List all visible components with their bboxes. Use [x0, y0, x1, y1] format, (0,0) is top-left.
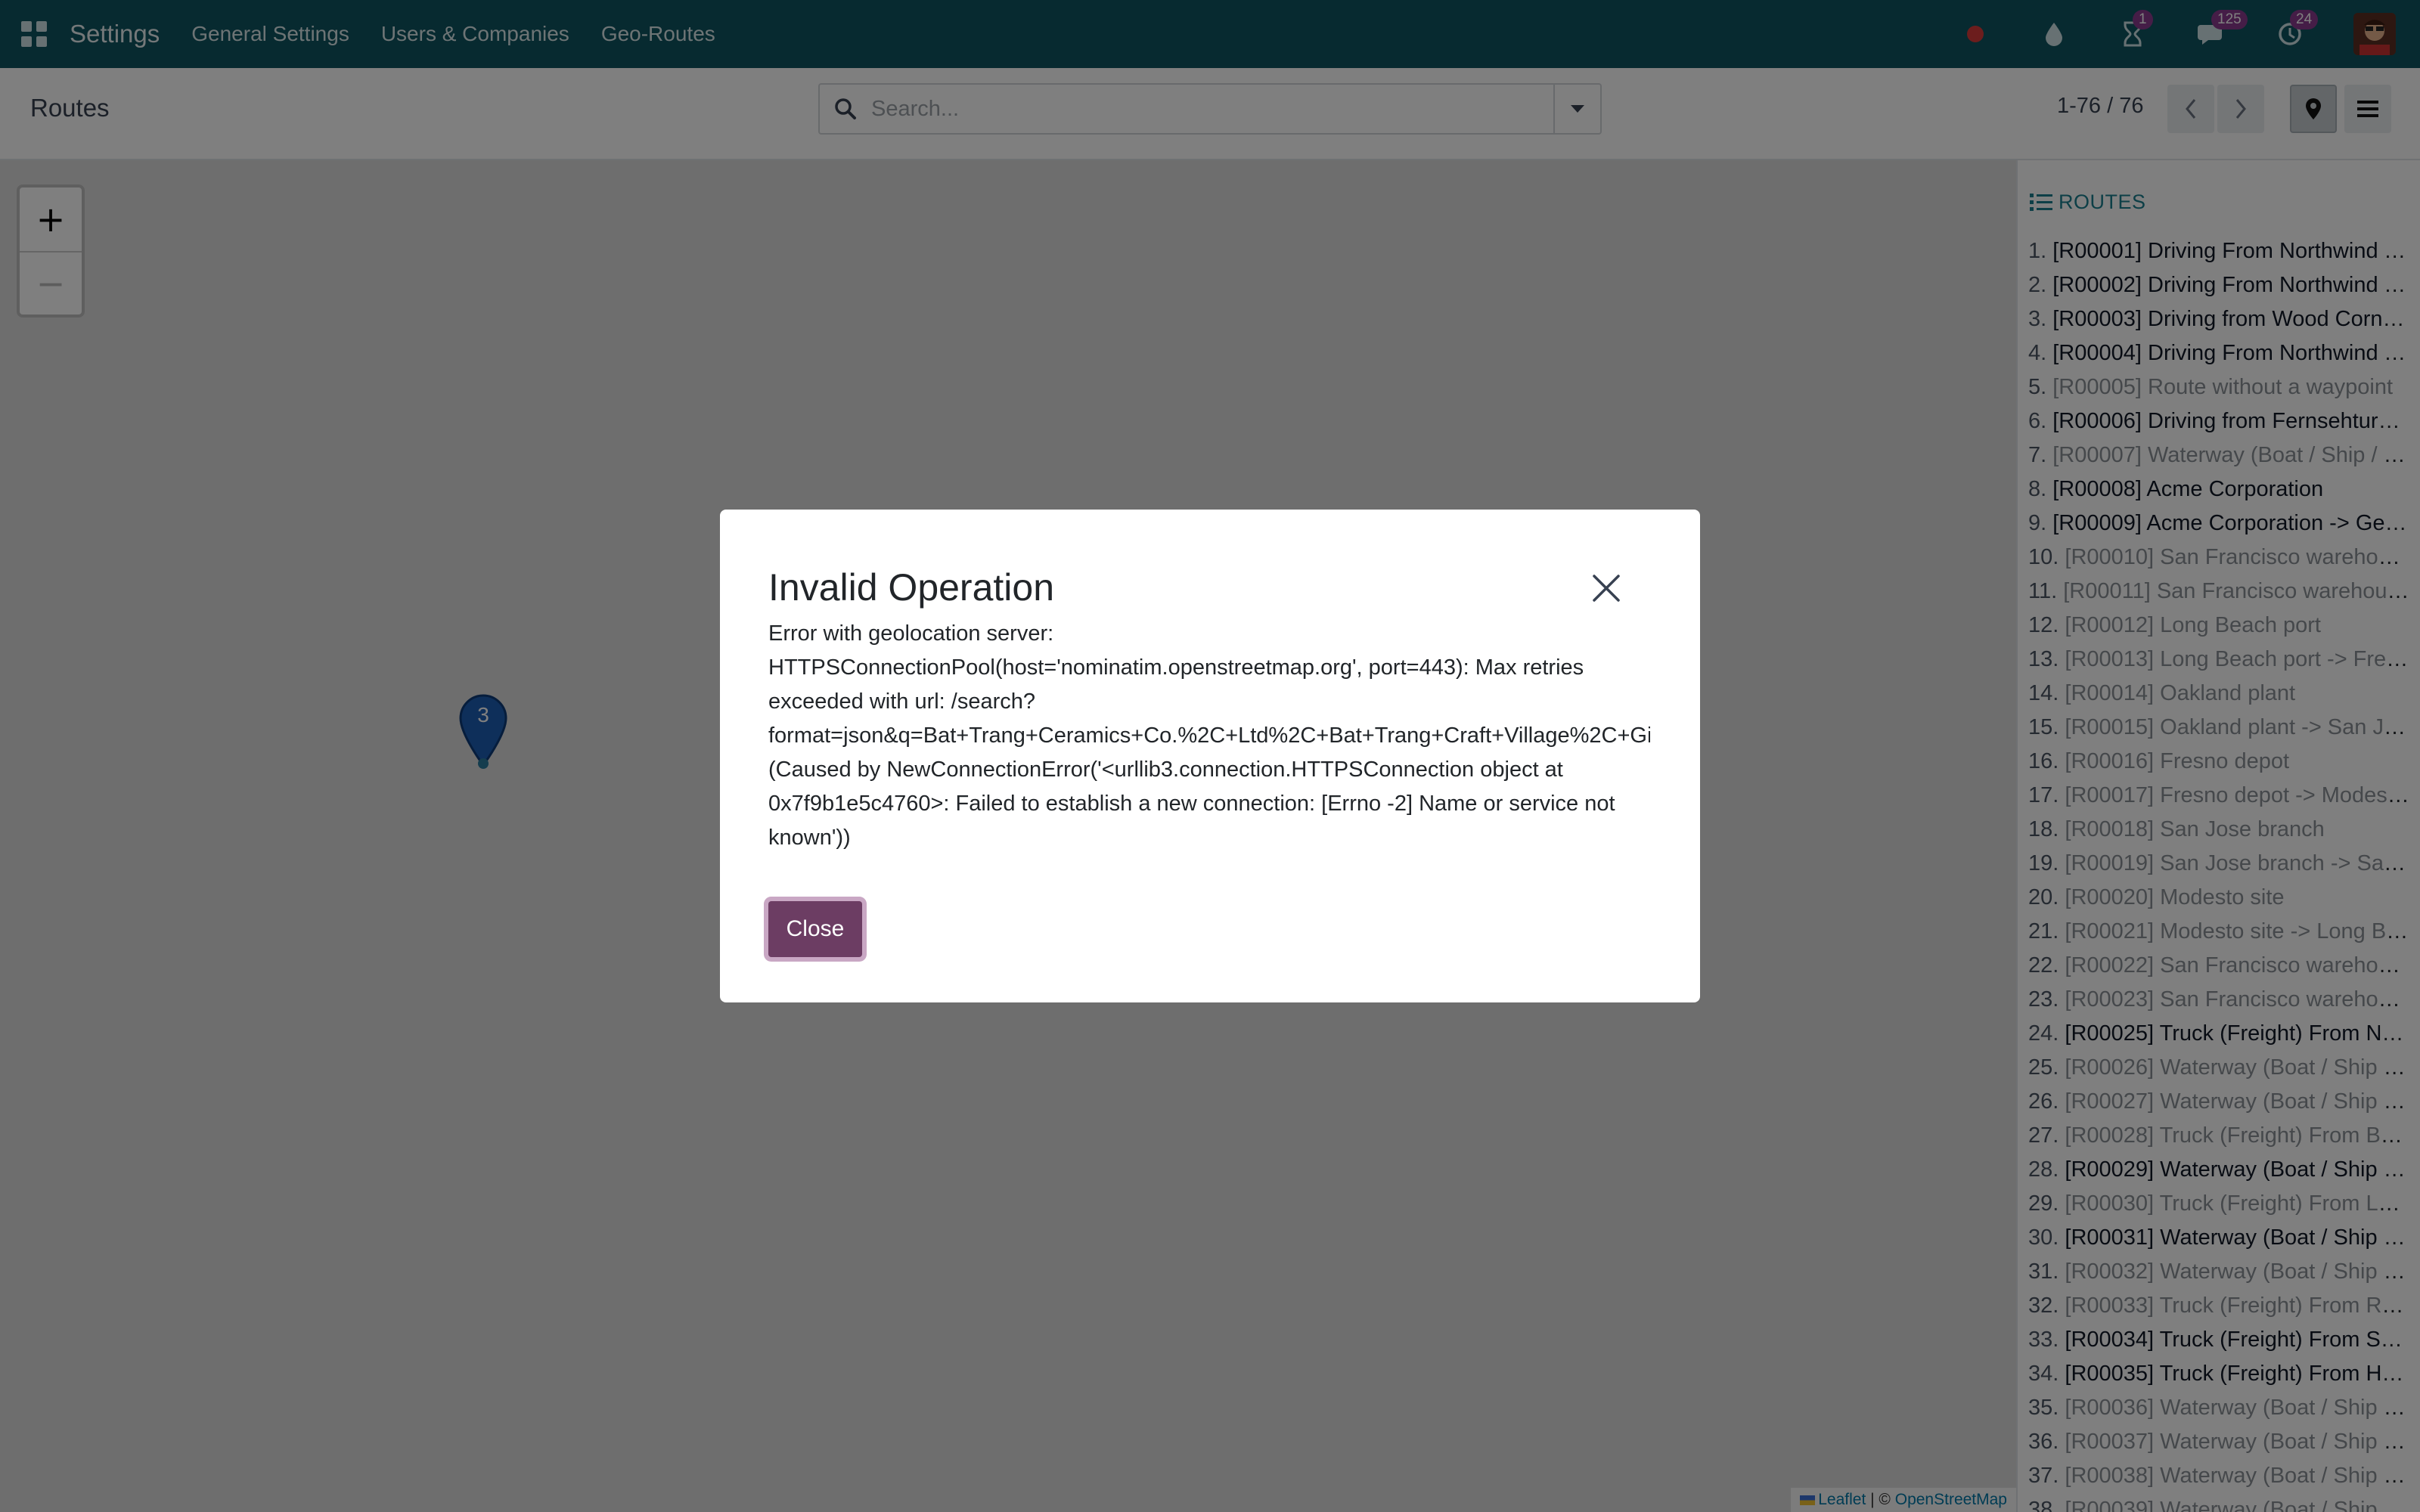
error-line: format=json&q=Bat+Trang+Ceramics+Co.%2C+… [768, 723, 1650, 748]
error-line: exceeded with url: /search? [768, 689, 1036, 714]
error-line: Error with geolocation server: [768, 621, 1054, 646]
error-line: (Caused by NewConnectionError('<urllib3.… [768, 758, 1563, 782]
error-line: HTTPSConnectionPool(host='nominatim.open… [768, 655, 1584, 680]
error-line: 0x7f9b1e5c4760>: Failed to establish a n… [768, 792, 1615, 816]
close-button[interactable]: Close [768, 901, 862, 957]
error-dialog: Invalid Operation Error with geolocation… [720, 510, 1700, 1002]
dialog-close-icon[interactable] [1585, 567, 1627, 609]
dialog-message: Error with geolocation server: HTTPSConn… [768, 617, 1650, 856]
dialog-title: Invalid Operation [768, 566, 1055, 609]
error-line: known')) [768, 826, 851, 850]
